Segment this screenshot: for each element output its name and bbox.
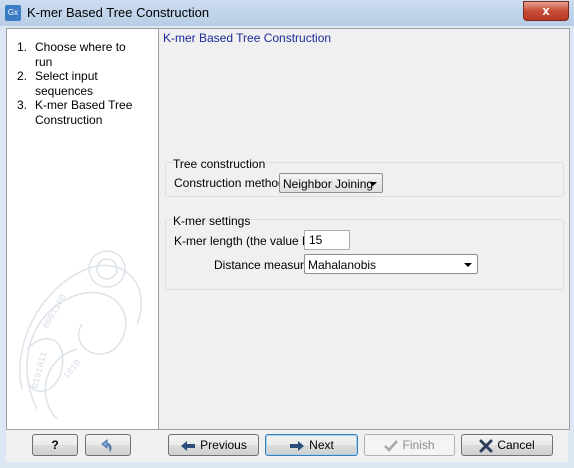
- chevron-down-icon: [369, 182, 377, 186]
- finish-button[interactable]: Finish: [364, 434, 455, 456]
- right-arrow-icon: [290, 440, 305, 451]
- distance-measure-label: Distance measure: [214, 258, 311, 272]
- reset-button[interactable]: [85, 434, 131, 456]
- close-button[interactable]: x: [523, 1, 569, 21]
- left-arrow-icon: [181, 440, 196, 451]
- steps-panel: 1. Choose where to run 2. Select input s…: [6, 28, 159, 430]
- construction-method-select[interactable]: Neighbor Joining: [279, 173, 383, 193]
- x-icon: [479, 439, 493, 453]
- finish-label: Finish: [402, 438, 435, 452]
- svg-text:1010: 1010: [62, 358, 84, 381]
- question-icon: ?: [51, 438, 59, 452]
- svg-text:0001100: 0001100: [41, 293, 69, 331]
- title-bar: Gx K-mer Based Tree Construction x: [0, 0, 574, 26]
- chevron-down-icon: [464, 263, 472, 267]
- content-panel: K-mer Based Tree Construction Tree const…: [158, 28, 570, 430]
- cancel-label: Cancel: [497, 438, 535, 452]
- step-label: Choose where to run: [35, 40, 126, 69]
- help-button[interactable]: ?: [32, 434, 78, 456]
- construction-method-label: Construction method: [174, 176, 285, 190]
- previous-button[interactable]: Previous: [168, 434, 259, 456]
- kmer-length-label: K-mer length (the value k): [174, 234, 313, 248]
- svg-text:0101011: 0101011: [30, 351, 49, 390]
- undo-arrow-icon: [101, 438, 112, 453]
- wizard-window: Gx K-mer Based Tree Construction x 1. Ch…: [0, 0, 574, 468]
- window-title: K-mer Based Tree Construction: [27, 5, 210, 20]
- dialog-body: 1. Choose where to run 2. Select input s…: [6, 28, 570, 462]
- app-icon: Gx: [5, 5, 21, 21]
- kmer-settings-group: K-mer settings K-mer length (the value k…: [165, 214, 564, 290]
- cancel-button[interactable]: Cancel: [461, 434, 553, 456]
- previous-label: Previous: [200, 438, 247, 452]
- kmer-length-input[interactable]: 15: [304, 230, 350, 250]
- step-label: K-mer Based Tree Construction: [35, 98, 133, 127]
- next-button[interactable]: Next: [265, 434, 358, 456]
- tree-construction-group: Tree construction Construction method Ne…: [165, 157, 564, 197]
- distance-measure-value: Mahalanobis: [308, 258, 377, 272]
- distance-measure-select[interactable]: Mahalanobis: [304, 254, 478, 274]
- construction-method-value: Neighbor Joining: [283, 177, 374, 191]
- next-label: Next: [309, 438, 334, 452]
- step-label: Select input sequences: [35, 69, 98, 98]
- step-number: 1.: [17, 40, 28, 54]
- check-icon: [384, 439, 399, 452]
- decorative-swirl-graphic: 0001100 0101011 1010: [19, 250, 143, 420]
- page-title: K-mer Based Tree Construction: [163, 31, 332, 45]
- group-title: K-mer settings: [172, 214, 252, 228]
- step-number: 2.: [17, 69, 28, 83]
- step-number: 3.: [17, 98, 28, 112]
- group-title: Tree construction: [172, 157, 267, 171]
